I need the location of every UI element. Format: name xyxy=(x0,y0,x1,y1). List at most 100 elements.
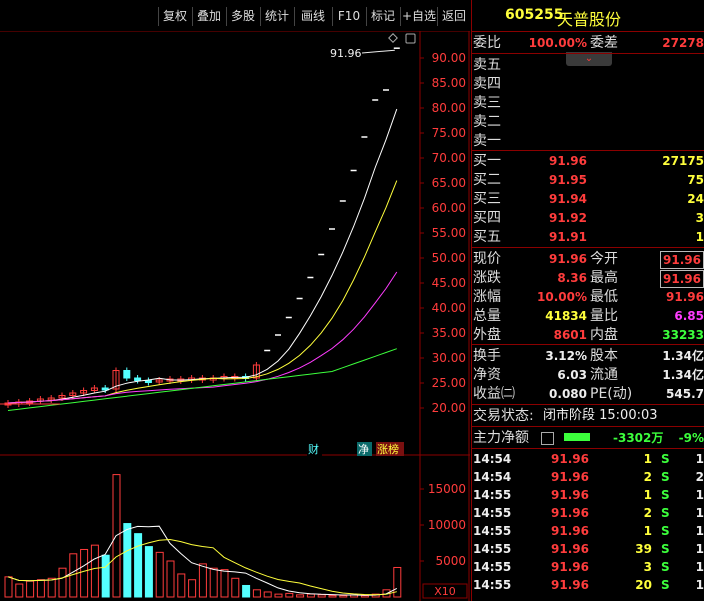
tick-time: 14:55 xyxy=(473,578,512,592)
tick-count: 1 xyxy=(695,524,704,538)
tick-volume: 2 xyxy=(643,470,652,484)
weicha-label: 委差 xyxy=(590,35,618,51)
tick-price: 91.96 xyxy=(551,488,589,502)
tick-time: 14:54 xyxy=(473,452,512,466)
tick-volume: 3 xyxy=(643,560,652,574)
buy-price: 91.95 xyxy=(549,173,587,187)
panel-divider xyxy=(471,404,704,405)
price-tick-label: 60.00 xyxy=(432,201,466,215)
panel-divider xyxy=(471,150,704,151)
stat-value: 0.080 xyxy=(549,387,587,401)
tick-time: 14:55 xyxy=(473,524,512,538)
price-tick-label: 50.00 xyxy=(432,251,466,265)
volume-bar xyxy=(220,569,229,598)
tick-count: 1 xyxy=(695,506,704,520)
marker-zhangbang: 涨榜 xyxy=(377,442,399,456)
tick-price: 91.96 xyxy=(551,524,589,538)
toolbar-button-3[interactable]: 统计 xyxy=(260,7,293,26)
toolbar-button-4[interactable]: 画线 xyxy=(294,7,331,26)
buy-price: 91.92 xyxy=(549,211,587,225)
sell-row: 卖五 xyxy=(471,56,704,74)
stat-label-2: 流通 xyxy=(590,367,618,383)
quote-label: 现价 xyxy=(473,251,501,267)
weicha-value: 27278 xyxy=(662,36,704,50)
panel-toggle-icon xyxy=(405,33,416,44)
quote-label: 涨跌 xyxy=(473,270,501,286)
kline-chart[interactable]: 90.00 85.00 80.00 75.00 70.00 65.00 60.00 55.00… xyxy=(0,31,470,601)
buy-label: 买一 xyxy=(473,153,501,169)
quote-value-2: 6.85 xyxy=(674,309,704,323)
tick-time: 14:55 xyxy=(473,506,512,520)
stat-value-2: 1.34亿 xyxy=(662,368,704,382)
buy-row: 买四 91.92 3 xyxy=(471,209,704,227)
toolbar-button-2[interactable]: 多股 xyxy=(226,7,259,26)
quote-label-2: 最高 xyxy=(590,270,618,286)
volume-bar xyxy=(80,548,89,598)
toolbar-button-8[interactable]: 返回 xyxy=(437,7,470,26)
candle xyxy=(144,380,152,383)
quote-label-2: 量比 xyxy=(590,308,618,324)
panel-divider xyxy=(471,344,704,345)
tick-price: 91.96 xyxy=(551,452,589,466)
buy-volume: 24 xyxy=(687,192,704,206)
volume-bar xyxy=(317,594,326,598)
stat-label: 净资 xyxy=(473,367,501,383)
volume-bar xyxy=(263,591,272,598)
buy-volume: 75 xyxy=(687,173,704,187)
tick-count: 1 xyxy=(695,488,704,502)
toolbar-button-5[interactable]: F10 xyxy=(332,7,365,26)
volume-bar xyxy=(274,593,283,598)
quote-row: 涨跌 8.36 最高 91.96 xyxy=(471,269,704,288)
trade-status-row: 交易状态: 闭市阶段 15:00:03 xyxy=(471,407,704,425)
toolbar-button-6[interactable]: 标记 xyxy=(366,7,399,26)
volume-bar xyxy=(123,523,132,598)
buy-row: 买三 91.94 24 xyxy=(471,190,704,208)
tick-volume: 39 xyxy=(635,542,652,556)
toolbar-button-0[interactable]: 复权 xyxy=(158,7,191,26)
peak-pointer-line xyxy=(361,49,395,54)
sell-label: 卖三 xyxy=(473,95,501,111)
price-tick-label: 35.00 xyxy=(432,326,466,340)
stat-value: 6.03 xyxy=(557,368,587,382)
quote-value: 8.36 xyxy=(557,271,587,285)
buy-price: 91.91 xyxy=(549,230,587,244)
volume-bar xyxy=(134,533,143,598)
tick-price: 91.96 xyxy=(551,578,589,592)
stat-label-2: 股本 xyxy=(590,348,618,364)
tick-side: S xyxy=(661,578,670,592)
quote-value: 91.96 xyxy=(549,252,587,266)
volume-bar xyxy=(166,560,175,598)
buy-price: 91.96 xyxy=(549,154,587,168)
flow-menu-icon[interactable] xyxy=(541,432,554,445)
trade-status-value: 闭市阶段 15:00:03 xyxy=(543,408,658,423)
price-tick-label: 65.00 xyxy=(432,176,466,190)
quote-value: 8601 xyxy=(553,328,587,342)
stat-row: 换手 3.12% 股本 1.34亿 xyxy=(471,347,704,365)
tick-side: S xyxy=(661,470,670,484)
volume-bar xyxy=(242,584,251,598)
tick-time: 14:54 xyxy=(473,470,512,484)
price-tick-label: 40.00 xyxy=(432,301,466,315)
stock-header: 605255 天普股份 xyxy=(471,0,704,32)
price-tick-label: 45.00 xyxy=(432,276,466,290)
buy-price: 91.94 xyxy=(549,192,587,206)
sell-row: 卖一 xyxy=(471,132,704,150)
toolbar-button-1[interactable]: 叠加 xyxy=(192,7,225,26)
stat-value-2: 545.7 xyxy=(666,387,704,401)
trade-status-label: 交易状态: xyxy=(473,408,534,424)
toolbar-button-7[interactable]: +自选 xyxy=(400,7,437,26)
tick-price: 91.96 xyxy=(551,506,589,520)
sell-label: 卖四 xyxy=(473,76,501,92)
tick-volume: 2 xyxy=(643,506,652,520)
tick-volume: 1 xyxy=(643,524,652,538)
quote-label: 外盘 xyxy=(473,327,501,343)
stat-row: 收益㈡ 0.080 PE(动) 545.7 xyxy=(471,385,704,403)
stock-name: 天普股份 xyxy=(557,10,622,29)
sell-row: 卖四 xyxy=(471,75,704,93)
price-tick-label: 80.00 xyxy=(432,101,466,115)
volume-unit-label: X10 xyxy=(434,585,456,598)
quote-label: 涨幅 xyxy=(473,289,501,305)
buy-label: 买二 xyxy=(473,172,501,188)
ma20-line xyxy=(7,271,398,404)
tick-count: 1 xyxy=(695,560,704,574)
